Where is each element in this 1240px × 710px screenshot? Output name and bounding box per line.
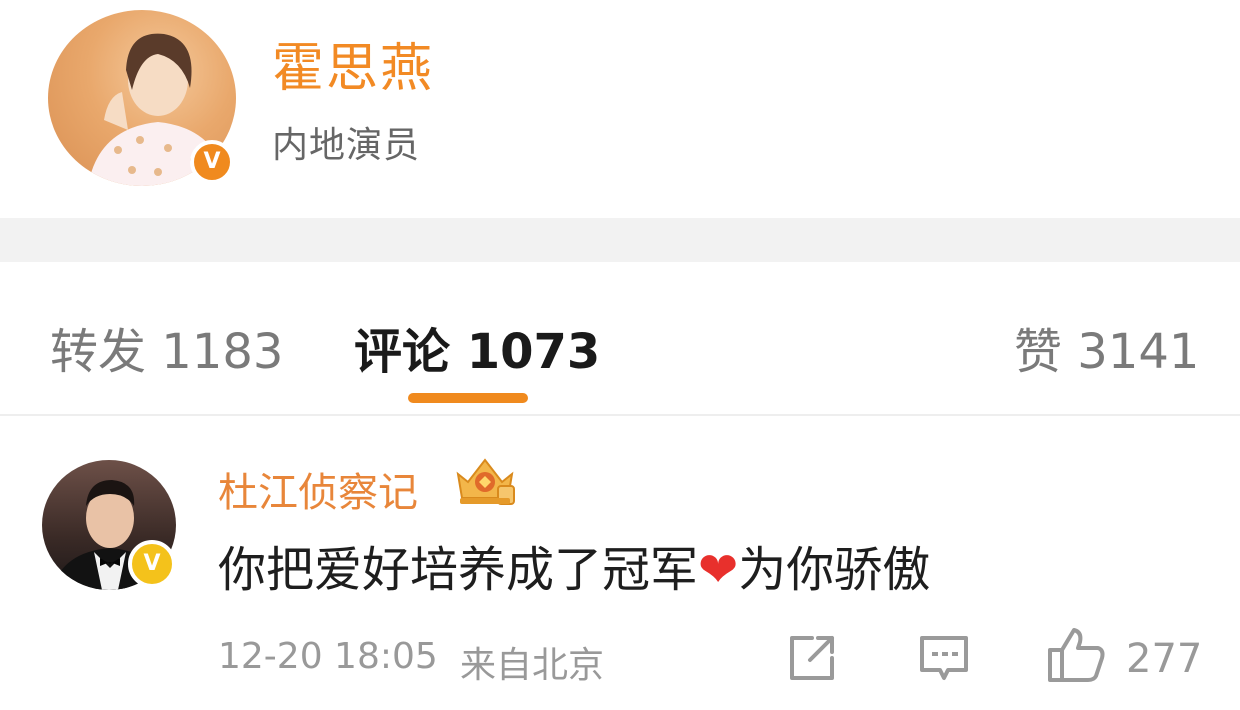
tab-likes[interactable]: 赞 3141 <box>1014 312 1199 382</box>
comment-icon[interactable] <box>916 632 972 684</box>
like-count: 277 <box>1126 636 1203 682</box>
tab-likes-label: 赞 <box>1014 324 1063 380</box>
thumbs-up-icon[interactable] <box>1046 626 1108 684</box>
comment-text-part1: 你把爱好培养成了冠军 <box>218 542 699 598</box>
heart-emoji: ❤ <box>698 542 739 598</box>
tab-comments-label: 评论 <box>354 324 451 380</box>
comment-timestamp: 12-20 18:05 <box>218 636 438 677</box>
tab-repost-count: 1183 <box>161 324 284 380</box>
verified-badge-icon: V <box>190 140 234 184</box>
tab-repost[interactable]: 转发 1183 <box>50 312 283 382</box>
tab-repost-label: 转发 <box>50 324 147 380</box>
profile-description: 内地演员 <box>272 125 421 166</box>
section-divider <box>0 218 1240 262</box>
profile-name[interactable]: 霍思燕 <box>272 26 434 101</box>
comment-text: 你把爱好培养成了冠军❤为你骄傲 <box>218 530 930 600</box>
comment-location: 来自北京 <box>460 645 605 686</box>
tab-likes-count: 3141 <box>1077 324 1200 380</box>
verified-badge-icon: V <box>128 540 176 588</box>
comment-author-name[interactable]: 杜江侦察记 <box>218 460 418 518</box>
tab-divider <box>0 414 1240 416</box>
comment-text-part2: 为你骄傲 <box>738 542 931 598</box>
share-icon[interactable] <box>786 632 838 684</box>
crown-fan-badge-icon[interactable] <box>452 452 518 508</box>
tab-comments[interactable]: 评论 1073 <box>354 312 600 382</box>
active-tab-indicator <box>408 393 528 403</box>
tab-comments-count: 1073 <box>466 324 601 380</box>
